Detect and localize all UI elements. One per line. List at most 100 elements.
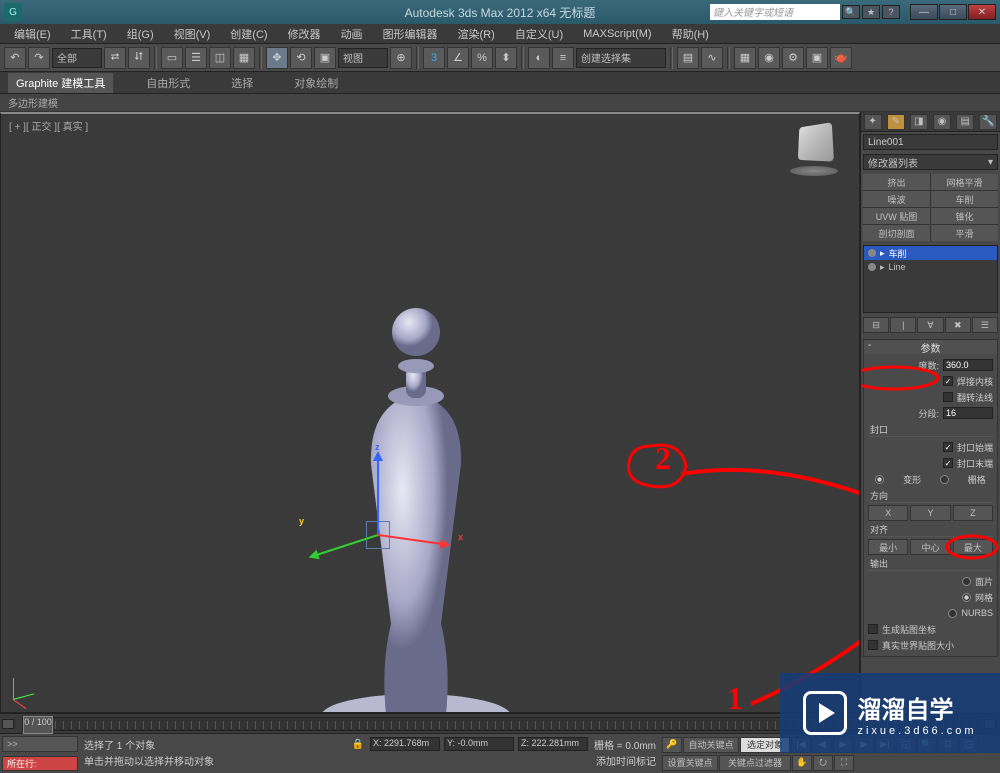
radio-patch[interactable] bbox=[962, 577, 971, 586]
menu-tools[interactable]: 工具(T) bbox=[61, 26, 117, 42]
tab-display-icon[interactable]: ▤ bbox=[956, 114, 974, 130]
help-search-input[interactable]: 键入关键字或短语 bbox=[710, 4, 840, 20]
viewport-label[interactable]: [ + ][ 正交 ][ 真实 ] bbox=[9, 118, 88, 133]
tab-utilities-icon[interactable]: 🔧 bbox=[979, 114, 997, 130]
tab-modify-icon[interactable]: ✎ bbox=[887, 114, 905, 130]
tab-motion-icon[interactable]: ◉ bbox=[933, 114, 951, 130]
unlink-icon[interactable]: ⮃ bbox=[128, 47, 150, 69]
coord-x-field[interactable]: X: 2291.768m bbox=[370, 737, 440, 751]
setkey-button[interactable]: 设置关键点 bbox=[662, 755, 718, 771]
layers-icon[interactable]: ▤ bbox=[677, 47, 699, 69]
ribbon-tab-graphite[interactable]: Graphite 建模工具 bbox=[8, 73, 113, 93]
menu-help[interactable]: 帮助(H) bbox=[662, 26, 719, 42]
btn-dir-z[interactable]: Z bbox=[953, 505, 993, 521]
remove-modifier-icon[interactable]: ✖ bbox=[945, 317, 971, 333]
tab-hierarchy-icon[interactable]: ◨ bbox=[910, 114, 928, 130]
spinner-snap-icon[interactable]: ⬍ bbox=[495, 47, 517, 69]
checkbox-cap-start[interactable] bbox=[943, 442, 953, 452]
selection-scope-dropdown[interactable]: 全部 bbox=[52, 48, 102, 68]
btn-dir-x[interactable]: X bbox=[868, 505, 908, 521]
menu-grapheditors[interactable]: 图形编辑器 bbox=[373, 26, 448, 42]
rollout-header[interactable]: -参数 bbox=[864, 340, 997, 354]
listener-line-button[interactable]: 所在行: bbox=[2, 756, 78, 772]
stack-item-lathe[interactable]: ▸ 车削 bbox=[864, 246, 997, 260]
checkbox-flip-normals[interactable] bbox=[943, 392, 953, 402]
btn-align-center[interactable]: 中心 bbox=[910, 539, 950, 555]
named-selection-dropdown[interactable]: 创建选择集 bbox=[576, 48, 666, 68]
checkbox-gen-map[interactable] bbox=[868, 624, 878, 634]
add-time-tag[interactable]: 添加时间标记 bbox=[596, 753, 656, 768]
modifier-list-dropdown[interactable]: 修改器列表▾ bbox=[863, 154, 998, 170]
help-icon[interactable]: 🔍 bbox=[842, 5, 860, 19]
pivot-icon[interactable]: ⊕ bbox=[390, 47, 412, 69]
ribbon-tab-selection[interactable]: 选择 bbox=[223, 73, 261, 93]
pan-icon[interactable]: ✋ bbox=[792, 755, 812, 771]
snap-toggle-icon[interactable]: 3 bbox=[423, 47, 445, 69]
select-rotate-icon[interactable]: ⟲ bbox=[290, 47, 312, 69]
pin-stack-icon[interactable]: ⊟ bbox=[863, 317, 889, 333]
make-unique-icon[interactable]: ∀ bbox=[917, 317, 943, 333]
scroll-left-icon[interactable] bbox=[2, 719, 14, 729]
mod-btn-uvwmap[interactable]: UVW 贴图 bbox=[863, 208, 930, 224]
menu-modifiers[interactable]: 修改器 bbox=[278, 26, 331, 42]
btn-dir-y[interactable]: Y bbox=[910, 505, 950, 521]
checkbox-cap-end[interactable] bbox=[943, 458, 953, 468]
redo-icon[interactable]: ↷ bbox=[28, 47, 50, 69]
mod-btn-noise[interactable]: 噪波 bbox=[863, 191, 930, 207]
object-name-field[interactable]: Line001 bbox=[863, 134, 998, 150]
maxscript-mini-button[interactable]: >> bbox=[2, 736, 78, 752]
visibility-icon[interactable] bbox=[868, 249, 876, 257]
autokey-button[interactable]: 自动关键点 bbox=[683, 737, 739, 753]
maximize-viewport-icon[interactable]: ⛶ bbox=[834, 755, 854, 771]
show-end-result-icon[interactable]: | bbox=[890, 317, 916, 333]
menu-views[interactable]: 视图(V) bbox=[164, 26, 221, 42]
menu-create[interactable]: 创建(C) bbox=[220, 26, 277, 42]
select-move-icon[interactable]: ✥ bbox=[266, 47, 288, 69]
select-scale-icon[interactable]: ▣ bbox=[314, 47, 336, 69]
maximize-button[interactable]: □ bbox=[939, 4, 967, 20]
keyfilter-button[interactable]: 关键点过滤器 bbox=[719, 755, 791, 771]
undo-icon[interactable]: ↶ bbox=[4, 47, 26, 69]
menu-edit[interactable]: 编辑(E) bbox=[4, 26, 61, 42]
mod-btn-extrude[interactable]: 挤出 bbox=[863, 174, 930, 190]
orbit-icon[interactable]: ⭮ bbox=[813, 755, 833, 771]
lock-icon[interactable]: 🔑 bbox=[662, 737, 682, 753]
close-button[interactable]: ✕ bbox=[968, 4, 996, 20]
link-icon[interactable]: ⮂ bbox=[104, 47, 126, 69]
viewport-perspective[interactable]: [ + ][ 正交 ][ 真实 ] z x y bbox=[0, 112, 860, 713]
render-setup-icon[interactable]: ⚙ bbox=[782, 47, 804, 69]
radio-nurbs[interactable] bbox=[948, 609, 957, 618]
visibility-icon[interactable] bbox=[868, 263, 876, 271]
schematic-icon[interactable]: ▦ bbox=[734, 47, 756, 69]
mod-btn-slice[interactable]: 剖切剖面 bbox=[863, 225, 930, 241]
radio-mesh[interactable] bbox=[962, 593, 971, 602]
favorites-icon[interactable]: ? bbox=[882, 5, 900, 19]
select-icon[interactable]: ▭ bbox=[161, 47, 183, 69]
btn-align-min[interactable]: 最小 bbox=[868, 539, 908, 555]
select-region-icon[interactable]: ◫ bbox=[209, 47, 231, 69]
radio-grid[interactable] bbox=[940, 475, 949, 484]
mod-btn-taper[interactable]: 锥化 bbox=[931, 208, 998, 224]
menu-animation[interactable]: 动画 bbox=[331, 26, 373, 42]
mod-btn-meshsmooth[interactable]: 网格平滑 bbox=[931, 174, 998, 190]
time-marker[interactable]: 0 / 100 bbox=[23, 716, 53, 734]
modifier-stack[interactable]: ▸ 车削 ▸ Line bbox=[863, 245, 998, 313]
ribbon-tab-paint[interactable]: 对象绘制 bbox=[286, 73, 346, 93]
menu-customize[interactable]: 自定义(U) bbox=[505, 26, 573, 42]
tab-create-icon[interactable]: ✦ bbox=[864, 114, 882, 130]
coord-y-field[interactable]: Y: -0.0mm bbox=[444, 737, 514, 751]
render-icon[interactable]: 🫖 bbox=[830, 47, 852, 69]
percent-snap-icon[interactable]: % bbox=[471, 47, 493, 69]
ribbon-tab-freeform[interactable]: 自由形式 bbox=[138, 73, 198, 93]
configure-sets-icon[interactable]: ☰ bbox=[972, 317, 998, 333]
menu-group[interactable]: 组(G) bbox=[117, 26, 164, 42]
transform-gizmo-icon[interactable]: z x y bbox=[301, 444, 461, 584]
viewcube-icon[interactable] bbox=[789, 124, 839, 174]
align-icon[interactable]: ≡ bbox=[552, 47, 574, 69]
stack-item-line[interactable]: ▸ Line bbox=[864, 260, 997, 274]
material-editor-icon[interactable]: ◉ bbox=[758, 47, 780, 69]
angle-snap-icon[interactable]: ∠ bbox=[447, 47, 469, 69]
comm-center-icon[interactable]: ★ bbox=[862, 5, 880, 19]
select-name-icon[interactable]: ☰ bbox=[185, 47, 207, 69]
curve-editor-icon[interactable]: ∿ bbox=[701, 47, 723, 69]
